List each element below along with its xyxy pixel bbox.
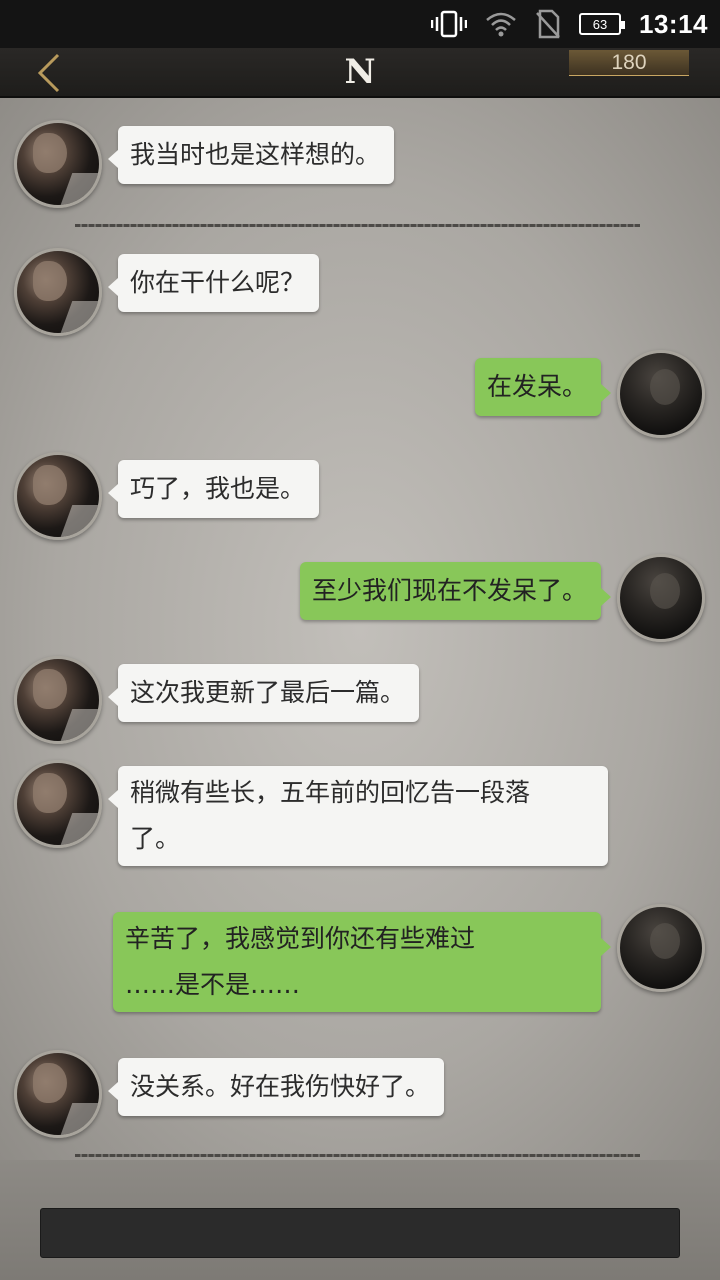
- chat-area[interactable]: 我当时也是这样想的。 你在干什么呢？ 在发呆。 巧了，我也是。 至少我们现在不发…: [0, 98, 720, 1160]
- message-text-line: 辛苦了，我感觉到你还有些难过: [125, 924, 476, 953]
- message-bubble[interactable]: 没关系。好在我伤快好了。: [107, 1058, 445, 1116]
- message-text-line: 稍微有些长，五年前的回忆告一段落: [130, 778, 531, 807]
- my-avatar[interactable]: [617, 904, 705, 992]
- message-bubble[interactable]: 这次我更新了最后一篇。: [107, 664, 420, 722]
- friend-avatar[interactable]: [14, 656, 102, 744]
- friend-avatar[interactable]: [14, 452, 102, 540]
- message-text: 巧了，我也是。: [130, 474, 306, 503]
- message-text-line: 了。: [130, 824, 181, 853]
- message-bubble[interactable]: 至少我们现在不发呆了。: [299, 562, 612, 620]
- app-logo: N: [344, 52, 376, 92]
- my-avatar[interactable]: [617, 554, 705, 642]
- no-sim-icon: [535, 9, 561, 39]
- message-bubble[interactable]: 辛苦了，我感觉到你还有些难过 ……是不是……: [113, 912, 611, 1012]
- chevron-left-icon: [37, 53, 60, 93]
- message-text: 我当时也是这样想的。: [130, 140, 381, 169]
- divider: [75, 1154, 640, 1157]
- message-input[interactable]: [40, 1208, 680, 1258]
- message-text: 至少我们现在不发呆了。: [311, 576, 587, 605]
- status-bar: 63 13:14: [0, 0, 720, 48]
- friend-avatar[interactable]: [14, 248, 102, 336]
- battery-level: 63: [592, 16, 608, 32]
- my-avatar[interactable]: [617, 350, 705, 438]
- message-text: 你在干什么呢？: [130, 268, 306, 297]
- message-bubble[interactable]: 在发呆。: [474, 358, 612, 416]
- message-text: 这次我更新了最后一篇。: [130, 678, 406, 707]
- message-text: 没关系。好在我伤快好了。: [130, 1072, 431, 1101]
- message-text-line: ……是不是……: [125, 970, 301, 999]
- message-bubble[interactable]: 我当时也是这样想的。: [107, 126, 395, 184]
- message-text: 在发呆。: [486, 372, 587, 401]
- message-bubble[interactable]: 稍微有些长，五年前的回忆告一段落 了。: [108, 766, 608, 866]
- input-bar: [0, 1160, 720, 1280]
- status-icons: 63 13:14: [431, 6, 708, 42]
- wifi-icon: [485, 11, 517, 37]
- back-button[interactable]: [36, 48, 76, 98]
- friend-avatar[interactable]: [14, 120, 102, 208]
- counter-badge: 180: [569, 50, 689, 76]
- battery-icon: 63: [579, 13, 625, 35]
- message-bubble[interactable]: 巧了，我也是。: [107, 460, 320, 518]
- divider: [75, 224, 640, 227]
- message-bubble[interactable]: 你在干什么呢？: [107, 254, 320, 312]
- vibrate-icon: [431, 10, 467, 38]
- app-bar: N 180: [0, 48, 720, 98]
- friend-avatar[interactable]: [14, 760, 102, 848]
- clock: 13:14: [639, 8, 708, 39]
- friend-avatar[interactable]: [14, 1050, 102, 1138]
